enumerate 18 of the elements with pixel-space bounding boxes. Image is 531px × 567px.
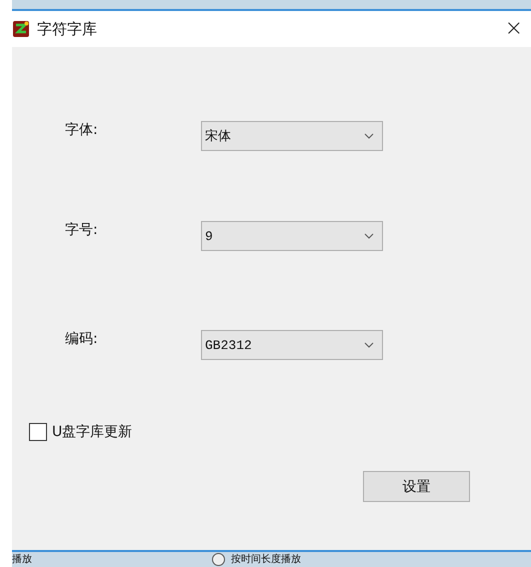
chevron-icon	[364, 133, 374, 139]
chevron-icon	[364, 342, 374, 348]
chevron-icon	[364, 233, 374, 239]
checkbox-label: U盘字库更新	[52, 423, 132, 441]
background-text: 播放	[12, 554, 32, 566]
close-button[interactable]: ×	[496, 18, 531, 40]
app-icon	[13, 21, 29, 37]
dropdown[interactable]: 宋体	[201, 121, 383, 151]
radio-label: 按时间长度播放	[231, 554, 301, 566]
dropdown[interactable]: GB2312	[201, 330, 383, 360]
settings-button[interactable]: 设置	[363, 471, 470, 502]
checkbox[interactable]	[29, 423, 47, 441]
field-label: 字号:	[64, 221, 99, 239]
field-label: 字体:	[64, 121, 99, 139]
window-title: 字符字库	[37, 20, 98, 38]
radio-button[interactable]	[212, 553, 225, 566]
field-label: 编码:	[64, 330, 99, 348]
dropdown[interactable]: 9	[201, 221, 383, 251]
